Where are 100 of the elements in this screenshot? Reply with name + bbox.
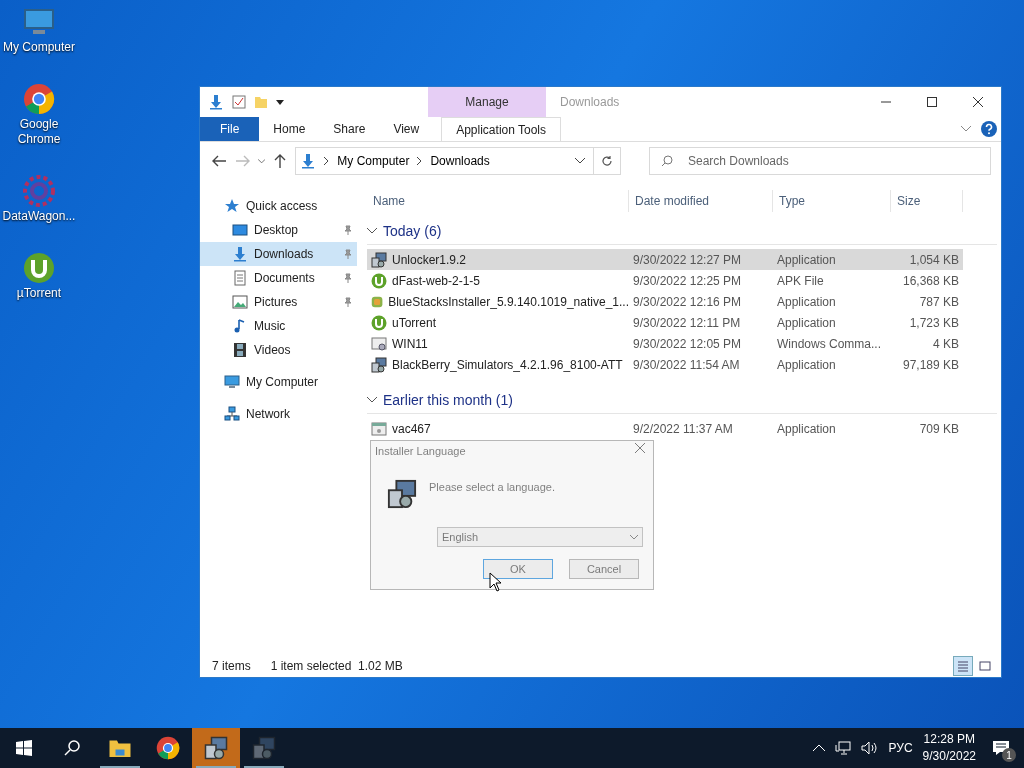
close-icon[interactable] bbox=[973, 97, 983, 107]
selection-info: 1 item selected 1.02 MB bbox=[270, 659, 403, 673]
nav-item[interactable]: Desktop bbox=[200, 218, 357, 242]
installer-icon bbox=[371, 251, 387, 268]
back-arrow-icon[interactable] bbox=[212, 155, 226, 167]
maximize-icon[interactable] bbox=[927, 97, 937, 107]
address-bar[interactable]: My Computer Downloads bbox=[295, 147, 594, 175]
nav-item[interactable]: Pictures bbox=[200, 290, 357, 314]
dropdown-icon[interactable] bbox=[276, 98, 284, 106]
search-field[interactable]: Search Downloads bbox=[649, 147, 991, 175]
refresh-button[interactable] bbox=[593, 147, 621, 175]
date-cell-text: 9/30/2022 11:54 AM bbox=[632, 357, 741, 372]
dialog-button[interactable]: Cancel bbox=[569, 559, 639, 579]
file-row[interactable]: Unlocker1.9.2 9/30/2022 12:27 PM Application 1,054 KB bbox=[367, 249, 963, 270]
dialog-message: Please select a language. bbox=[429, 481, 555, 493]
chevron-up-icon[interactable] bbox=[812, 744, 825, 752]
breadcrumb[interactable]: Downloads bbox=[430, 154, 490, 168]
ribbon-tab[interactable]: Application Tools bbox=[441, 117, 562, 141]
breadcrumb-chevron-icon[interactable] bbox=[324, 157, 330, 165]
ribbon-tab[interactable]: View bbox=[379, 117, 434, 141]
help-icon[interactable] bbox=[981, 121, 997, 137]
picture-icon bbox=[232, 294, 248, 310]
file-name: vac467 bbox=[392, 421, 431, 436]
dialog-button[interactable]: OK bbox=[483, 559, 553, 579]
installer-icon bbox=[204, 736, 228, 760]
window-title: Downloads bbox=[559, 94, 621, 111]
desktop-icon-label[interactable]: DataWagon... bbox=[2, 209, 76, 224]
pin-icon[interactable] bbox=[343, 249, 353, 259]
nav-item[interactable]: Music bbox=[200, 314, 357, 338]
item-count: 7 items bbox=[212, 659, 251, 673]
language-dropdown[interactable]: English bbox=[437, 527, 643, 547]
column-header[interactable]: Size bbox=[891, 190, 963, 212]
nav-item[interactable]: My Computer bbox=[200, 370, 357, 394]
desktop-icon-label[interactable]: µTorrent bbox=[16, 286, 62, 301]
file-row[interactable]: BlackBerry_Simulators_4.2.1.96_8100-ATT 9/30/2022 11:54 AM Application 97,189 KB bbox=[367, 354, 963, 375]
nav-item[interactable]: Documents bbox=[200, 266, 357, 290]
nav-item[interactable]: Videos bbox=[200, 338, 357, 362]
column-header[interactable]: Date modified bbox=[629, 190, 773, 212]
desktop-icon bbox=[232, 222, 248, 238]
refresh-icon[interactable] bbox=[600, 155, 613, 167]
star-icon bbox=[224, 198, 240, 214]
clock[interactable]: 12:28 PM 9/30/2022 bbox=[922, 731, 976, 765]
windows-start-icon[interactable] bbox=[16, 740, 32, 756]
file-row[interactable]: vac467 9/2/2022 11:37 AM Application 709 KB bbox=[367, 418, 963, 439]
desktop-icon-label[interactable]: My Computer bbox=[3, 40, 75, 55]
chrome-icon bbox=[23, 83, 55, 115]
taskbar-app[interactable] bbox=[192, 728, 240, 768]
file-row[interactable]: BlueStacksInstaller_5.9.140.1019_native_1... 9/30/2022 12:16 PM Application 787 KB bbox=[367, 291, 963, 312]
utorrent-icon bbox=[371, 314, 387, 331]
up-arrow-icon[interactable] bbox=[274, 154, 287, 168]
size-cell-text: 16,368 KB bbox=[901, 273, 960, 288]
network-icon[interactable] bbox=[834, 741, 851, 755]
group-header[interactable]: Earlier this month (1) bbox=[367, 387, 997, 414]
date-cell-text: 9/30/2022 12:05 PM bbox=[632, 336, 743, 351]
film-icon bbox=[232, 342, 248, 358]
size-cell-text: 1,723 KB bbox=[908, 315, 960, 330]
search-icon[interactable] bbox=[64, 740, 80, 756]
dialog-title: Installer Language bbox=[375, 445, 466, 457]
nav-item[interactable]: Quick access bbox=[200, 194, 357, 218]
input-language[interactable]: РУС bbox=[888, 741, 913, 755]
file-name: BlueStacksInstaller_5.9.140.1019_native_1... bbox=[388, 294, 629, 309]
utorrent-icon bbox=[371, 272, 387, 289]
breadcrumb[interactable]: My Computer bbox=[337, 154, 410, 168]
spiral-icon bbox=[23, 175, 55, 207]
nav-item[interactable]: Downloads bbox=[200, 242, 357, 266]
date-cell-text: 9/30/2022 12:16 PM bbox=[632, 294, 743, 309]
chrome-icon bbox=[156, 736, 180, 760]
file-row[interactable]: dFast-web-2-1-5 9/30/2022 12:25 PM APK File 16,368 KB bbox=[367, 270, 963, 291]
pin-icon[interactable] bbox=[343, 273, 353, 283]
speaker-icon[interactable] bbox=[860, 741, 879, 755]
size-cell-text: 1,054 KB bbox=[908, 252, 960, 267]
file-row[interactable]: WIN11 9/30/2022 12:05 PM Windows Comma... 4 KB bbox=[367, 333, 963, 354]
type-cell-text: Windows Comma... bbox=[776, 336, 883, 351]
installer-icon bbox=[387, 479, 417, 509]
download-arrow-icon bbox=[300, 153, 317, 169]
recent-dropdown-icon[interactable] bbox=[258, 158, 266, 164]
nav-item[interactable]: Network bbox=[200, 402, 357, 426]
chevron-down-icon[interactable] bbox=[367, 228, 377, 234]
installer-icon bbox=[371, 356, 387, 373]
date-cell-text: 9/30/2022 12:27 PM bbox=[632, 252, 743, 267]
caret-icon[interactable] bbox=[630, 534, 638, 540]
ribbon-tab[interactable]: Home bbox=[259, 117, 320, 141]
desktop-icon-label[interactable]: Google Chrome bbox=[0, 117, 78, 147]
computer-icon bbox=[224, 374, 240, 390]
type-cell-text: Application bbox=[776, 252, 837, 267]
ribbon-tab[interactable]: Share bbox=[319, 117, 380, 141]
ribbon-tab[interactable]: File bbox=[200, 117, 260, 141]
group-header[interactable]: Today (6) bbox=[367, 218, 997, 245]
pin-icon[interactable] bbox=[343, 297, 353, 307]
column-header[interactable]: Name bbox=[367, 190, 629, 212]
date-cell-text: 9/30/2022 12:11 PM bbox=[632, 315, 742, 330]
chevron-down-icon[interactable] bbox=[367, 397, 377, 403]
properties-icon[interactable] bbox=[232, 95, 246, 109]
pin-icon[interactable] bbox=[343, 225, 353, 235]
chevron-down-icon[interactable] bbox=[574, 158, 585, 164]
file-row[interactable]: uTorrent 9/30/2022 12:11 PM Application 1,723 KB bbox=[367, 312, 963, 333]
size-cell-text: 709 KB bbox=[918, 421, 960, 436]
type-cell-text: APK File bbox=[776, 273, 825, 288]
column-header[interactable]: Type bbox=[773, 190, 891, 212]
breadcrumb-chevron-icon[interactable] bbox=[417, 157, 423, 165]
